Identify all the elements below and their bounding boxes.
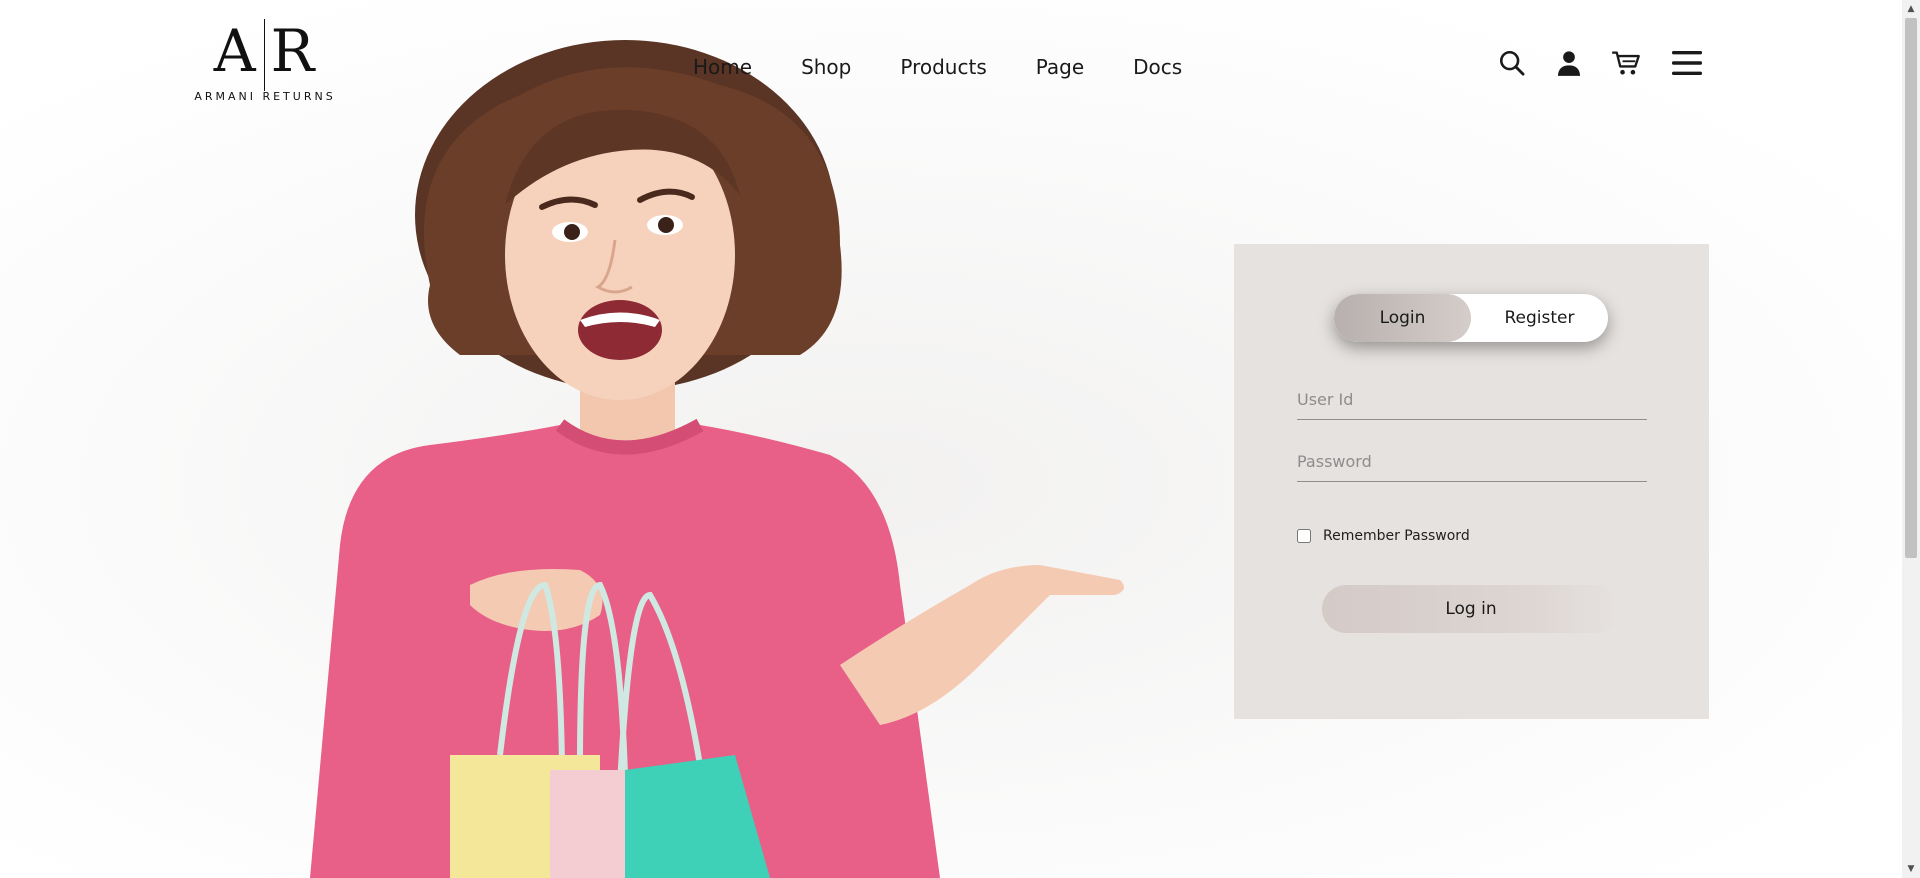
password-input[interactable] <box>1297 442 1647 482</box>
logo-letter-a: A <box>213 17 258 85</box>
page: A R ARMANI RETURNS Home Shop Products Pa… <box>0 0 1920 878</box>
login-button[interactable]: Log in <box>1322 585 1620 633</box>
auth-toggle: Login Register <box>1334 294 1608 342</box>
search-icon[interactable] <box>1495 46 1529 80</box>
scroll-down-arrow-icon[interactable]: ▼ <box>1902 860 1920 878</box>
brand-name: ARMANI RETURNS <box>194 90 336 103</box>
nav-docs[interactable]: Docs <box>1133 50 1182 84</box>
scroll-up-arrow-icon[interactable]: ▲ <box>1902 0 1920 18</box>
logo-mark: A R <box>190 17 340 91</box>
user-icon[interactable] <box>1552 46 1586 80</box>
login-card: Login Register Remember Password Log in <box>1234 244 1709 719</box>
nav-page[interactable]: Page <box>1036 50 1084 84</box>
brand-logo[interactable]: A R ARMANI RETURNS <box>190 17 340 103</box>
user-id-input[interactable] <box>1297 380 1647 420</box>
scrollbar-thumb[interactable] <box>1905 18 1917 558</box>
tab-login[interactable]: Login <box>1334 294 1471 342</box>
remember-password-checkbox[interactable] <box>1297 529 1311 543</box>
nav-home[interactable]: Home <box>693 50 752 84</box>
logo-letter-r: R <box>270 17 317 85</box>
mouth <box>578 300 662 360</box>
nav-products[interactable]: Products <box>900 50 986 84</box>
hero-image <box>310 40 1124 878</box>
logo-divider <box>263 19 265 91</box>
page-scrollbar[interactable]: ▲ ▼ <box>1902 0 1920 878</box>
cart-icon[interactable] <box>1609 46 1643 80</box>
remember-password[interactable]: Remember Password <box>1297 528 1470 544</box>
menu-icon[interactable] <box>1670 46 1704 80</box>
main-nav: Home Shop Products Page Docs <box>693 50 1231 84</box>
nav-shop[interactable]: Shop <box>801 50 851 84</box>
remember-password-label: Remember Password <box>1323 528 1470 544</box>
header-actions <box>1495 46 1704 80</box>
tab-register[interactable]: Register <box>1471 294 1608 342</box>
